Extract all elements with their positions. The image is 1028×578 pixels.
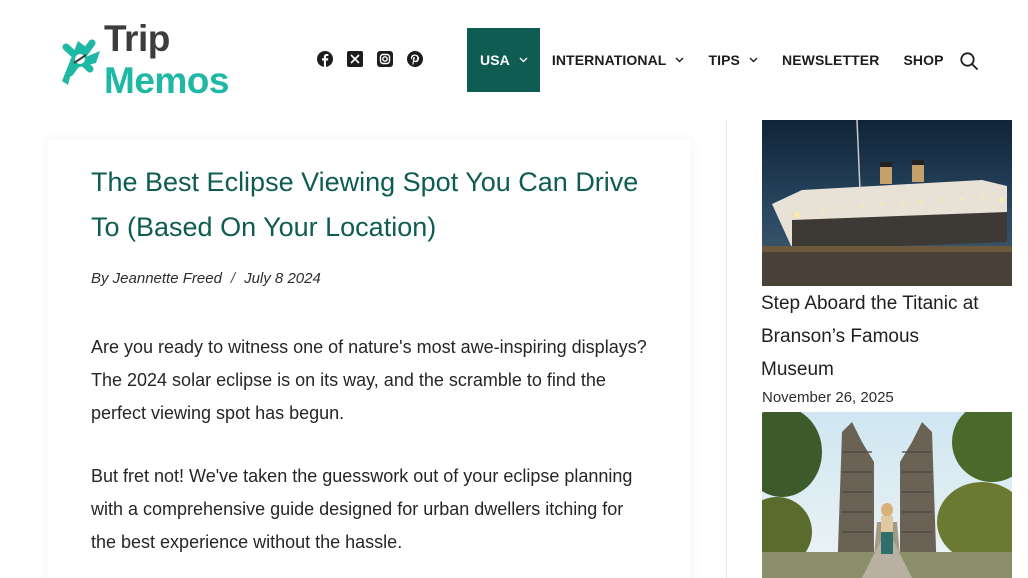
article-title: The Best Eclipse Viewing Spot You Can Dr…	[91, 167, 639, 242]
airplane-logo-icon	[56, 33, 106, 87]
x-icon[interactable]	[347, 51, 363, 67]
social-links	[317, 51, 423, 67]
facebook-icon[interactable]	[317, 51, 333, 67]
chevron-down-icon	[675, 57, 684, 63]
pinterest-icon[interactable]	[407, 51, 423, 67]
nav-item-usa[interactable]: USA	[467, 28, 540, 92]
chevron-down-icon	[519, 57, 528, 63]
nav-item-newsletter[interactable]: NEWSLETTER	[770, 28, 891, 92]
nav-item-label: USA	[480, 52, 510, 68]
nav-item-tips[interactable]: TIPS	[696, 28, 770, 92]
article-author[interactable]: By Jeannette Freed	[91, 270, 222, 287]
instagram-icon[interactable]	[377, 51, 393, 67]
article-date: July 8 2024	[244, 270, 321, 287]
nav-item-label: TIPS	[708, 52, 740, 68]
nav-item-label: SHOP	[903, 52, 944, 68]
main-nav: USA INTERNATIONAL TIPS NEWSLETTER SHOP	[467, 28, 956, 92]
site-header: Trip Memos USA INTERNATIONAL TIPS NEWSLE…	[0, 0, 1028, 120]
meta-separator: /	[230, 270, 236, 287]
logo-wordmark: Trip Memos	[104, 18, 301, 102]
logo-text-memos: Memos	[104, 60, 229, 101]
sidebar-post-date: November 26, 2025	[762, 389, 894, 406]
article-meta: By Jeannette Freed / July 8 2024	[91, 270, 321, 287]
article-paragraph: But fret not! We've taken the guesswork …	[91, 466, 633, 552]
site-logo[interactable]: Trip Memos	[56, 18, 301, 101]
chevron-down-icon	[749, 57, 758, 63]
nav-item-label: NEWSLETTER	[781, 52, 880, 68]
search-icon[interactable]	[959, 51, 979, 71]
article-paragraph: Are you ready to witness one of nature's…	[91, 337, 647, 423]
nav-item-shop[interactable]: SHOP	[891, 28, 955, 92]
sidebar-divider	[726, 120, 727, 578]
nav-item-international[interactable]: INTERNATIONAL	[540, 28, 697, 92]
titanic-museum-image[interactable]	[762, 120, 1012, 286]
sidebar-post-title[interactable]: Step Aboard the Titanic at Branson’s Fam…	[761, 287, 991, 386]
nav-item-label: INTERNATIONAL	[551, 52, 667, 68]
temple-gate-image[interactable]	[762, 412, 1012, 578]
logo-text-trip: Trip	[104, 18, 170, 59]
